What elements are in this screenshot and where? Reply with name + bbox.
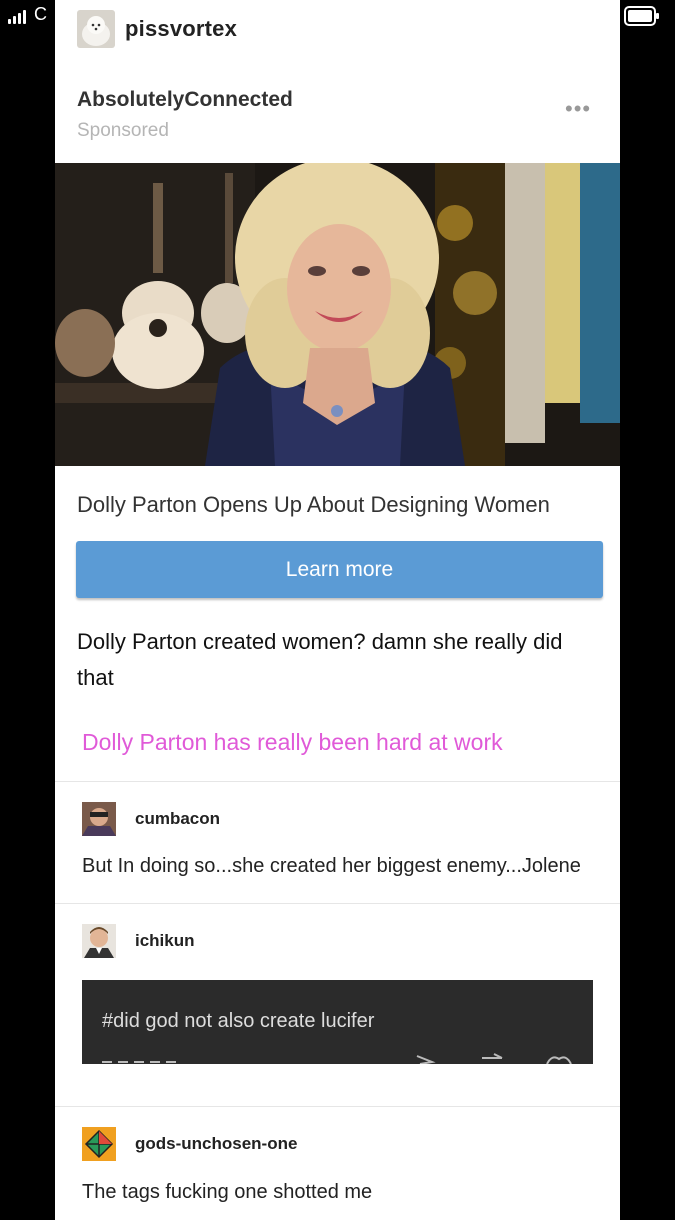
embedded-actions-icon xyxy=(102,1053,572,1064)
reblog-avatar[interactable] xyxy=(82,924,116,958)
reblog-header: ichikun xyxy=(82,924,195,958)
signal-icon xyxy=(8,10,26,24)
reblog-text: The tags fucking one shotted me xyxy=(82,1181,373,1203)
reblog-avatar[interactable] xyxy=(82,802,116,836)
embedded-tag-text: #did god not also create lucifer xyxy=(102,1010,375,1032)
embedded-tags-screenshot: #did god not also create lucifer xyxy=(82,980,593,1064)
divider xyxy=(55,1106,620,1107)
reblog-header: gods-unchosen-one xyxy=(82,1127,297,1161)
learn-more-button[interactable]: Learn more xyxy=(76,541,603,598)
carrier-label: C xyxy=(34,4,47,24)
ad-headline[interactable]: Dolly Parton Opens Up About Designing Wo… xyxy=(77,492,550,518)
sponsor-name[interactable]: AbsolutelyConnected xyxy=(77,88,293,112)
reblog-header: cumbacon xyxy=(82,802,220,836)
blog-name[interactable]: pissvortex xyxy=(125,16,237,42)
reblog-username[interactable]: gods-unchosen-one xyxy=(135,1134,297,1154)
more-options-icon[interactable]: ••• xyxy=(565,98,591,120)
ad-image[interactable] xyxy=(55,163,620,466)
post-card: pissvortex AbsolutelyConnected Sponsored… xyxy=(55,0,620,1220)
reblog-username[interactable]: cumbacon xyxy=(135,809,220,829)
post-header: pissvortex xyxy=(77,10,237,48)
reblog-text: But In doing so...she created her bigges… xyxy=(82,855,581,877)
post-text: Dolly Parton created women? damn she rea… xyxy=(77,629,563,690)
post-pink-text: Dolly Parton has really been hard at wor… xyxy=(82,729,503,755)
reblog-username[interactable]: ichikun xyxy=(135,931,195,951)
sponsored-label: Sponsored xyxy=(77,120,169,141)
reblog-avatar[interactable] xyxy=(82,1127,116,1161)
blog-avatar[interactable] xyxy=(77,10,115,48)
divider xyxy=(55,903,620,904)
divider xyxy=(55,781,620,782)
battery-icon xyxy=(624,6,659,26)
